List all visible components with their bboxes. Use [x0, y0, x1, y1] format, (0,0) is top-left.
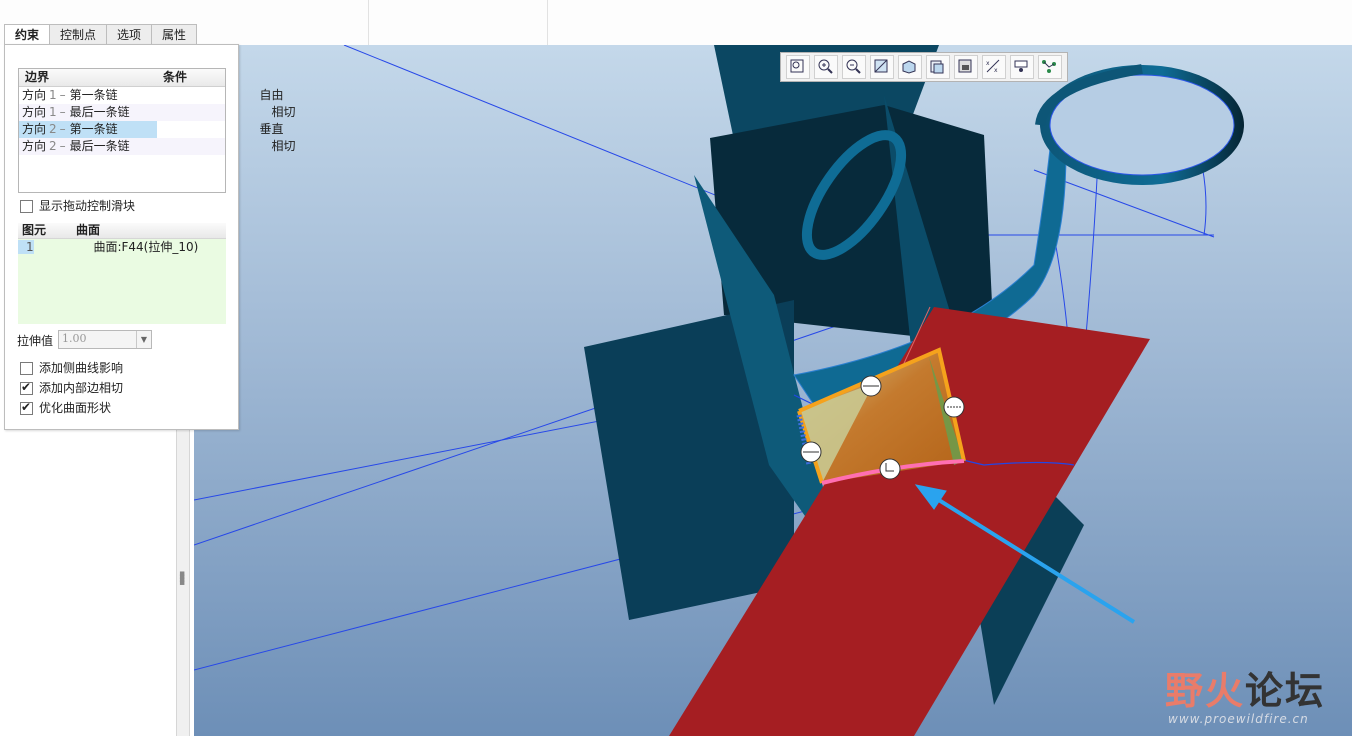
direction-label: 方向: [22, 122, 47, 136]
table-header: 边界 条件: [19, 69, 225, 87]
direction-number: 1: [49, 105, 57, 119]
drag-handle-bottom: [879, 458, 901, 480]
show-drag-handles-checkbox[interactable]: [20, 200, 33, 213]
row-separator: –: [59, 105, 66, 119]
spin-center-icon[interactable]: [1010, 55, 1034, 79]
condition-value[interactable]: 自由: [260, 88, 284, 102]
drag-handle-right: [943, 396, 965, 418]
drag-handle-left: [800, 441, 822, 463]
stretch-value: 1.00: [62, 332, 87, 345]
zoom-out-icon[interactable]: [842, 55, 866, 79]
saved-views-icon[interactable]: [926, 55, 950, 79]
feature-tabs: 约束 控制点 选项 属性: [4, 24, 198, 46]
tab-constraints[interactable]: 约束: [4, 24, 51, 46]
row-separator: –: [59, 122, 66, 136]
top-ribbon-area: [0, 0, 1352, 46]
3d-model-scene[interactable]: [194, 45, 1352, 736]
condition-column-header: 条件: [163, 70, 188, 84]
element-column-header: 图元: [22, 223, 47, 237]
watermark-name-part2: 论坛: [1245, 669, 1326, 713]
tab-properties[interactable]: 属性: [151, 24, 198, 45]
optimize-surface-shape-checkbox[interactable]: [20, 400, 33, 415]
row-separator: –: [59, 139, 66, 153]
boundary-condition-table: 边界 条件 方向 1– 第一条链 自由 方向 1– 最后一条链 相切 方向 2– 第一条链 …: [18, 68, 296, 193]
chain-label: 最后一条链: [69, 139, 130, 153]
interior-edge-tangency-label: 添加内部边相切: [39, 381, 124, 395]
stretch-value-input[interactable]: 1.00 ▼: [58, 330, 152, 349]
stretch-value-label: 拉伸值: [17, 334, 54, 348]
table-row-selected[interactable]: 方向 2– 第一条链 垂直: [19, 121, 284, 138]
condition-value[interactable]: 相切: [272, 139, 296, 153]
surface-reference[interactable]: 曲面:F44(拉伸_10): [93, 240, 198, 254]
display-style-icon[interactable]: [898, 55, 922, 79]
ribbon-divider: [368, 0, 369, 45]
constraints-panel: 边界 条件 方向 1– 第一条链 自由 方向 1– 最后一条链 相切 方向 2– 第一条链 …: [4, 44, 296, 430]
graphics-viewport[interactable]: [194, 45, 1352, 736]
ring-surface: [1035, 64, 1244, 185]
table-row[interactable]: 方向 1– 第一条链 自由: [19, 87, 284, 104]
direction-number: 2: [49, 122, 57, 136]
direction-label: 方向: [22, 105, 47, 119]
side-curve-influence-label: 添加侧曲线影响: [39, 361, 124, 375]
table-row[interactable]: 1 曲面:F44(拉伸_10): [18, 239, 226, 255]
chain-label: 最后一条链: [69, 105, 130, 119]
tab-control-points[interactable]: 控制点: [49, 24, 108, 45]
splitter-grip-icon: ▪ ▪ ▪ ▪: [179, 569, 186, 588]
condition-value[interactable]: 相切: [272, 105, 296, 119]
show-drag-handles-label: 显示拖动控制滑块: [39, 199, 136, 213]
surface-column-header: 曲面: [76, 223, 101, 237]
row-separator: –: [59, 88, 66, 102]
chevron-down-icon[interactable]: ▼: [136, 331, 151, 348]
table-header: 图元 曲面: [18, 223, 226, 239]
repaint-icon[interactable]: [870, 55, 894, 79]
watermark-name-part1: 野火: [1165, 669, 1246, 713]
table-row[interactable]: 方向 1– 最后一条链 相切: [19, 104, 296, 121]
direction-label: 方向: [22, 88, 47, 102]
condition-value[interactable]: 垂直: [260, 122, 284, 136]
svg-text:x: x: [986, 60, 990, 67]
direction-number: 2: [49, 139, 57, 153]
reference-surface-table: 图元 曲面 1 曲面:F44(拉伸_10): [18, 223, 226, 324]
chain-label: 第一条链: [69, 88, 118, 102]
view-manager-icon[interactable]: [954, 55, 978, 79]
direction-number: 1: [49, 88, 57, 102]
direction-label: 方向: [22, 139, 47, 153]
annotation-display-icon[interactable]: [1038, 55, 1062, 79]
svg-text:x: x: [994, 67, 998, 74]
interior-edge-tangency-checkbox[interactable]: [20, 380, 33, 395]
optimize-surface-shape-label: 优化曲面形状: [39, 401, 112, 415]
drag-handle-top: [860, 375, 882, 397]
table-row[interactable]: 方向 2– 最后一条链 相切: [19, 138, 296, 155]
side-curve-influence-checkbox[interactable]: [20, 362, 33, 375]
ribbon-divider: [547, 0, 548, 45]
zoom-in-icon[interactable]: [814, 55, 838, 79]
chain-label: 第一条链: [69, 122, 118, 136]
boundary-column-header: 边界: [25, 70, 50, 84]
datum-display-icon[interactable]: xx: [982, 55, 1006, 79]
watermark-logo: 野火论坛: [1165, 660, 1325, 715]
view-toolbar: xx: [780, 52, 1068, 82]
refit-icon[interactable]: [786, 55, 810, 79]
watermark-url: www.proewildfire.cn: [1168, 712, 1309, 726]
element-index: 1: [18, 240, 34, 254]
tab-options[interactable]: 选项: [106, 24, 153, 45]
